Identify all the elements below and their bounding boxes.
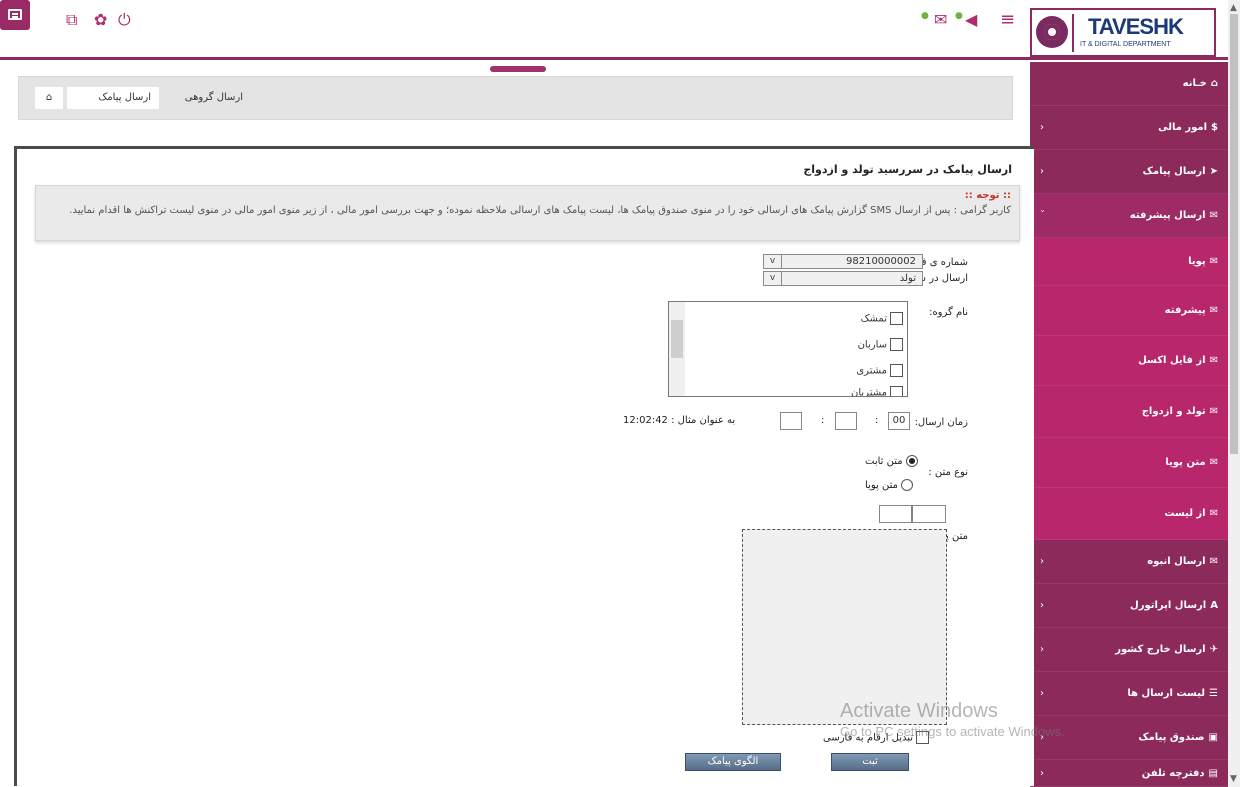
list-icon: ☰ [1209,688,1218,699]
book-icon: ▤ [1208,768,1218,779]
submenu-item-birthday[interactable]: ✉تولد و ازدواج [1030,386,1228,438]
hamburger-icon[interactable]: ≡ [1000,10,1015,30]
minute-input[interactable] [835,412,857,430]
second-input[interactable] [780,412,802,430]
scroll-thumb[interactable] [1230,14,1238,454]
envelope-icon: ✉ [1209,256,1218,267]
page-scrollbar[interactable]: ▲ ▼ [1228,0,1240,787]
notice-heading: :: توجه :: [964,190,1011,201]
radio-button[interactable] [900,479,913,491]
sidebar-item-phonebook[interactable]: ‹ ▤دفترچه تلفن [1030,760,1228,787]
envelope-icon: ✉ [1209,305,1218,316]
logo-seal-icon [1036,16,1068,48]
envelope-icon: ✉ [1209,210,1218,221]
checkbox[interactable] [890,386,903,396]
sidebar: ⌂خـانه ‹ $امور مالی ‹ ➤ارسال پیامک ˇ ✉ارسال… [1030,62,1228,787]
sidebar-item-finance[interactable]: ‹ $امور مالی [1030,106,1228,150]
sidebar-item-operator[interactable]: ‹ Aارسال اپراتورل [1030,584,1228,628]
checkbox[interactable] [916,731,930,744]
time-label: زمان ارسال: [914,417,968,428]
send-icon: ➤ [1209,166,1218,177]
group-item[interactable]: مشتریان [851,386,903,396]
time-example: به عنوان مثال : 12:02:42 [623,415,736,426]
scroll-down-icon[interactable]: ▼ [1230,774,1237,784]
sidebar-item-sent-list[interactable]: ‹ ☰لیست ارسال ها [1030,672,1228,716]
online-dot: ● [955,11,963,21]
menu-toggle-button[interactable] [0,0,30,30]
radio-button[interactable] [905,455,918,467]
sidebar-item-send-sms[interactable]: ‹ ➤ارسال پیامک [1030,150,1228,194]
breadcrumb-send-sms[interactable]: ارسال پیامک [67,87,159,109]
sidebar-item-bulk[interactable]: ‹ ✉ارسال انبوه [1030,540,1228,584]
dollar-icon: $ [1211,122,1218,133]
sidebar-item-advanced-send[interactable]: ˇ ✉ارسال پیشرفته [1030,194,1228,238]
hour-input[interactable]: 00 [888,412,910,430]
breadcrumb-group-send: ارسال گروهی [184,92,243,103]
notice-text: کاربر گرامی : پس از ارسال SMS گزارش پیام… [69,205,1011,216]
brand-name: TAVESHK [1088,14,1184,39]
submenu-item-dynamic[interactable]: ✉پویا [1030,238,1228,286]
checkbox[interactable] [890,312,903,325]
envelope-icon: ✉ [1209,406,1218,417]
home-icon: ⌂ [1210,78,1218,89]
submenu-item-excel[interactable]: ✉از فایل اکسل [1030,336,1228,386]
plane-icon: ✈ [1209,644,1218,655]
brand-logo: TAVESHK IT & DIGITAL DEPARTMENT [1030,8,1216,57]
group-list[interactable]: تمشک ساربان مشتری مشتریان [668,301,908,397]
envelope-icon: ✉ [1209,508,1218,519]
radio-dynamic-text[interactable]: متن پویا [865,479,913,491]
checkbox[interactable] [890,338,903,351]
group-item[interactable]: تمشک [861,312,903,325]
envelope-outline-icon: ✉ [1209,556,1218,567]
group-scrollbar[interactable] [669,302,685,396]
form-panel: ارسال پیامک در سررسید تولد و ازدواج :: ت… [14,146,1034,786]
brand-subtitle: IT & DIGITAL DEPARTMENT [1080,41,1171,48]
bell-icon[interactable]: ◀ [965,10,977,30]
inbox-icon: ▣ [1208,732,1218,743]
gear-icon[interactable]: ✿ [94,10,107,30]
scroll-up-icon[interactable]: ▲ [1230,3,1237,13]
radio-fixed-text[interactable]: متن ثابت [865,455,918,467]
collapse-handle[interactable] [490,66,546,72]
sms-pattern-button[interactable]: الگوی پیامک [685,753,781,771]
breadcrumb-home[interactable]: ⌂ [35,87,63,109]
sidebar-item-home[interactable]: ⌂خـانه [1030,62,1228,106]
online-dot: ● [921,11,929,21]
sender-select[interactable]: v 98210000002 [763,254,923,269]
power-icon[interactable]: ⏻ [118,10,131,30]
panel-title: ارسال پیامک در سررسید تولد و ازدواج [803,163,1012,176]
group-item[interactable]: مشتری [856,364,903,377]
submenu-item-from-list[interactable]: ✉از لیست [1030,488,1228,540]
submenu-item-dynamic-text[interactable]: ✉متن پویا [1030,438,1228,488]
window-icon[interactable]: ⧉ [66,10,77,30]
message-textarea[interactable] [742,529,947,725]
envelope-icon: ✉ [1209,355,1218,366]
font-icon: A [1210,600,1218,611]
group-label: نام گروه: [929,307,968,318]
breadcrumb: ⌂ ارسال پیامک ارسال گروهی [18,76,1013,120]
sidebar-item-international[interactable]: ‹ ✈ارسال خارج کشور [1030,628,1228,672]
sms-count [879,505,912,523]
convert-digits[interactable]: تبدیل ارقام به فارسی [823,731,930,744]
char-count [912,505,946,523]
checkbox[interactable] [890,364,903,377]
mail-icon[interactable]: ✉ [934,10,947,30]
home-icon: ⌂ [45,92,53,103]
chevron-down-icon: v [764,255,782,268]
top-bar: ⧉ ✿ ⏻ ● ✉ ● ◀ ≡ TAVESHK IT & DIGITAL DEP… [0,0,1228,60]
sidebar-item-inbox[interactable]: ‹ ▣صندوق پیامک [1030,716,1228,760]
notice-box: :: توجه :: کاربر گرامی : پس از ارسال SMS… [35,185,1020,241]
due-select[interactable]: v تولد [763,271,923,286]
menu-icon [8,9,22,20]
group-item[interactable]: ساربان [858,338,903,351]
envelope-icon: ✉ [1209,457,1218,468]
submit-button[interactable]: ثبت [831,753,909,771]
text-type-label: نوع متن : [928,467,968,478]
submenu-item-advanced[interactable]: ✉پیشرفته [1030,286,1228,336]
chevron-down-icon: v [764,272,782,285]
